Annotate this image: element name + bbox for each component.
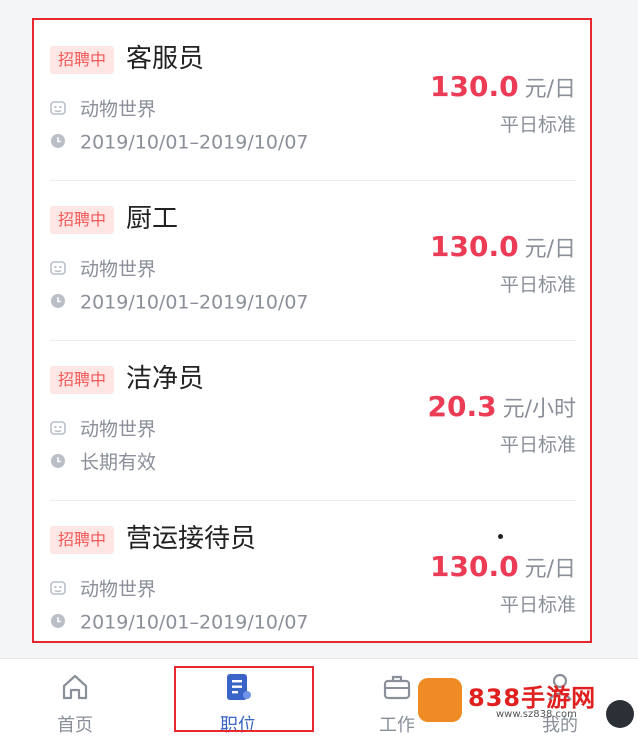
job-date: 2019/10/01–2019/10/07	[50, 607, 309, 637]
job-price: 130.0 元/日	[430, 230, 576, 263]
price-value: 130.0	[430, 70, 519, 103]
job-price: 130.0 元/日	[430, 550, 576, 583]
job-card[interactable]: 招聘中 洁净员 动物世界 长期有效 20.3 元/小时 平日标准	[50, 340, 576, 501]
job-title: 营运接待员	[126, 524, 257, 554]
price-unit: 元/日	[524, 77, 576, 102]
building-icon	[50, 580, 66, 595]
job-price: 130.0 元/日	[430, 70, 576, 103]
home-icon	[62, 674, 88, 700]
clock-icon	[51, 613, 65, 628]
job-company: 动物世界	[50, 94, 156, 124]
job-card[interactable]: 招聘中 客服员 动物世界 2019/10/01–2019/10/07 130.0…	[50, 20, 576, 181]
stray-dot	[498, 534, 503, 539]
selected-tab-highlight	[174, 666, 314, 732]
status-badge: 招聘中	[50, 366, 115, 394]
site-watermark: 838手游网 www.sz838.com	[418, 676, 618, 726]
job-card[interactable]: 招聘中 厨工 动物世界 2019/10/01–2019/10/07 130.0 元…	[50, 180, 576, 341]
job-company: 动物世界	[50, 254, 156, 284]
clock-icon	[51, 133, 65, 148]
tab-home[interactable]: 首页	[15, 659, 135, 738]
job-list: 招聘中 客服员 动物世界 2019/10/01–2019/10/07 130.0…	[32, 18, 592, 643]
watermark-url: www.sz838.com	[496, 709, 577, 720]
price-unit: 元/小时	[502, 397, 576, 422]
price-standard: 平日标准	[499, 274, 576, 296]
watermark-text: 838手游网	[468, 684, 597, 712]
price-value: 20.3	[427, 390, 497, 423]
price-unit: 元/日	[524, 237, 576, 262]
watermark-logo-icon	[418, 678, 462, 722]
clock-icon	[51, 453, 65, 468]
price-standard: 平日标准	[499, 114, 576, 136]
job-price: 20.3 元/小时	[427, 390, 576, 423]
job-date: 长期有效	[50, 447, 156, 477]
job-title: 客服员	[126, 44, 205, 74]
job-title: 洁净员	[126, 364, 205, 394]
building-icon	[50, 260, 66, 275]
building-icon	[50, 100, 66, 115]
job-card[interactable]: 招聘中 营运接待员 动物世界 2019/10/01–2019/10/07 130…	[50, 500, 576, 660]
building-icon	[50, 420, 66, 435]
price-value: 130.0	[430, 230, 519, 263]
job-company: 动物世界	[50, 414, 156, 444]
job-title: 厨工	[126, 204, 179, 234]
job-date: 2019/10/01–2019/10/07	[50, 287, 309, 317]
price-unit: 元/日	[524, 557, 576, 582]
tab-home-label: 首页	[57, 715, 93, 736]
price-value: 130.0	[430, 550, 519, 583]
price-standard: 平日标准	[499, 594, 576, 616]
clock-icon	[51, 293, 65, 308]
status-badge: 招聘中	[50, 206, 115, 234]
job-company: 动物世界	[50, 574, 156, 604]
job-date: 2019/10/01–2019/10/07	[50, 127, 309, 157]
briefcase-icon	[383, 675, 411, 700]
status-badge: 招聘中	[50, 46, 115, 74]
add-icon	[606, 700, 634, 728]
price-standard: 平日标准	[499, 434, 576, 456]
status-badge: 招聘中	[50, 526, 115, 554]
